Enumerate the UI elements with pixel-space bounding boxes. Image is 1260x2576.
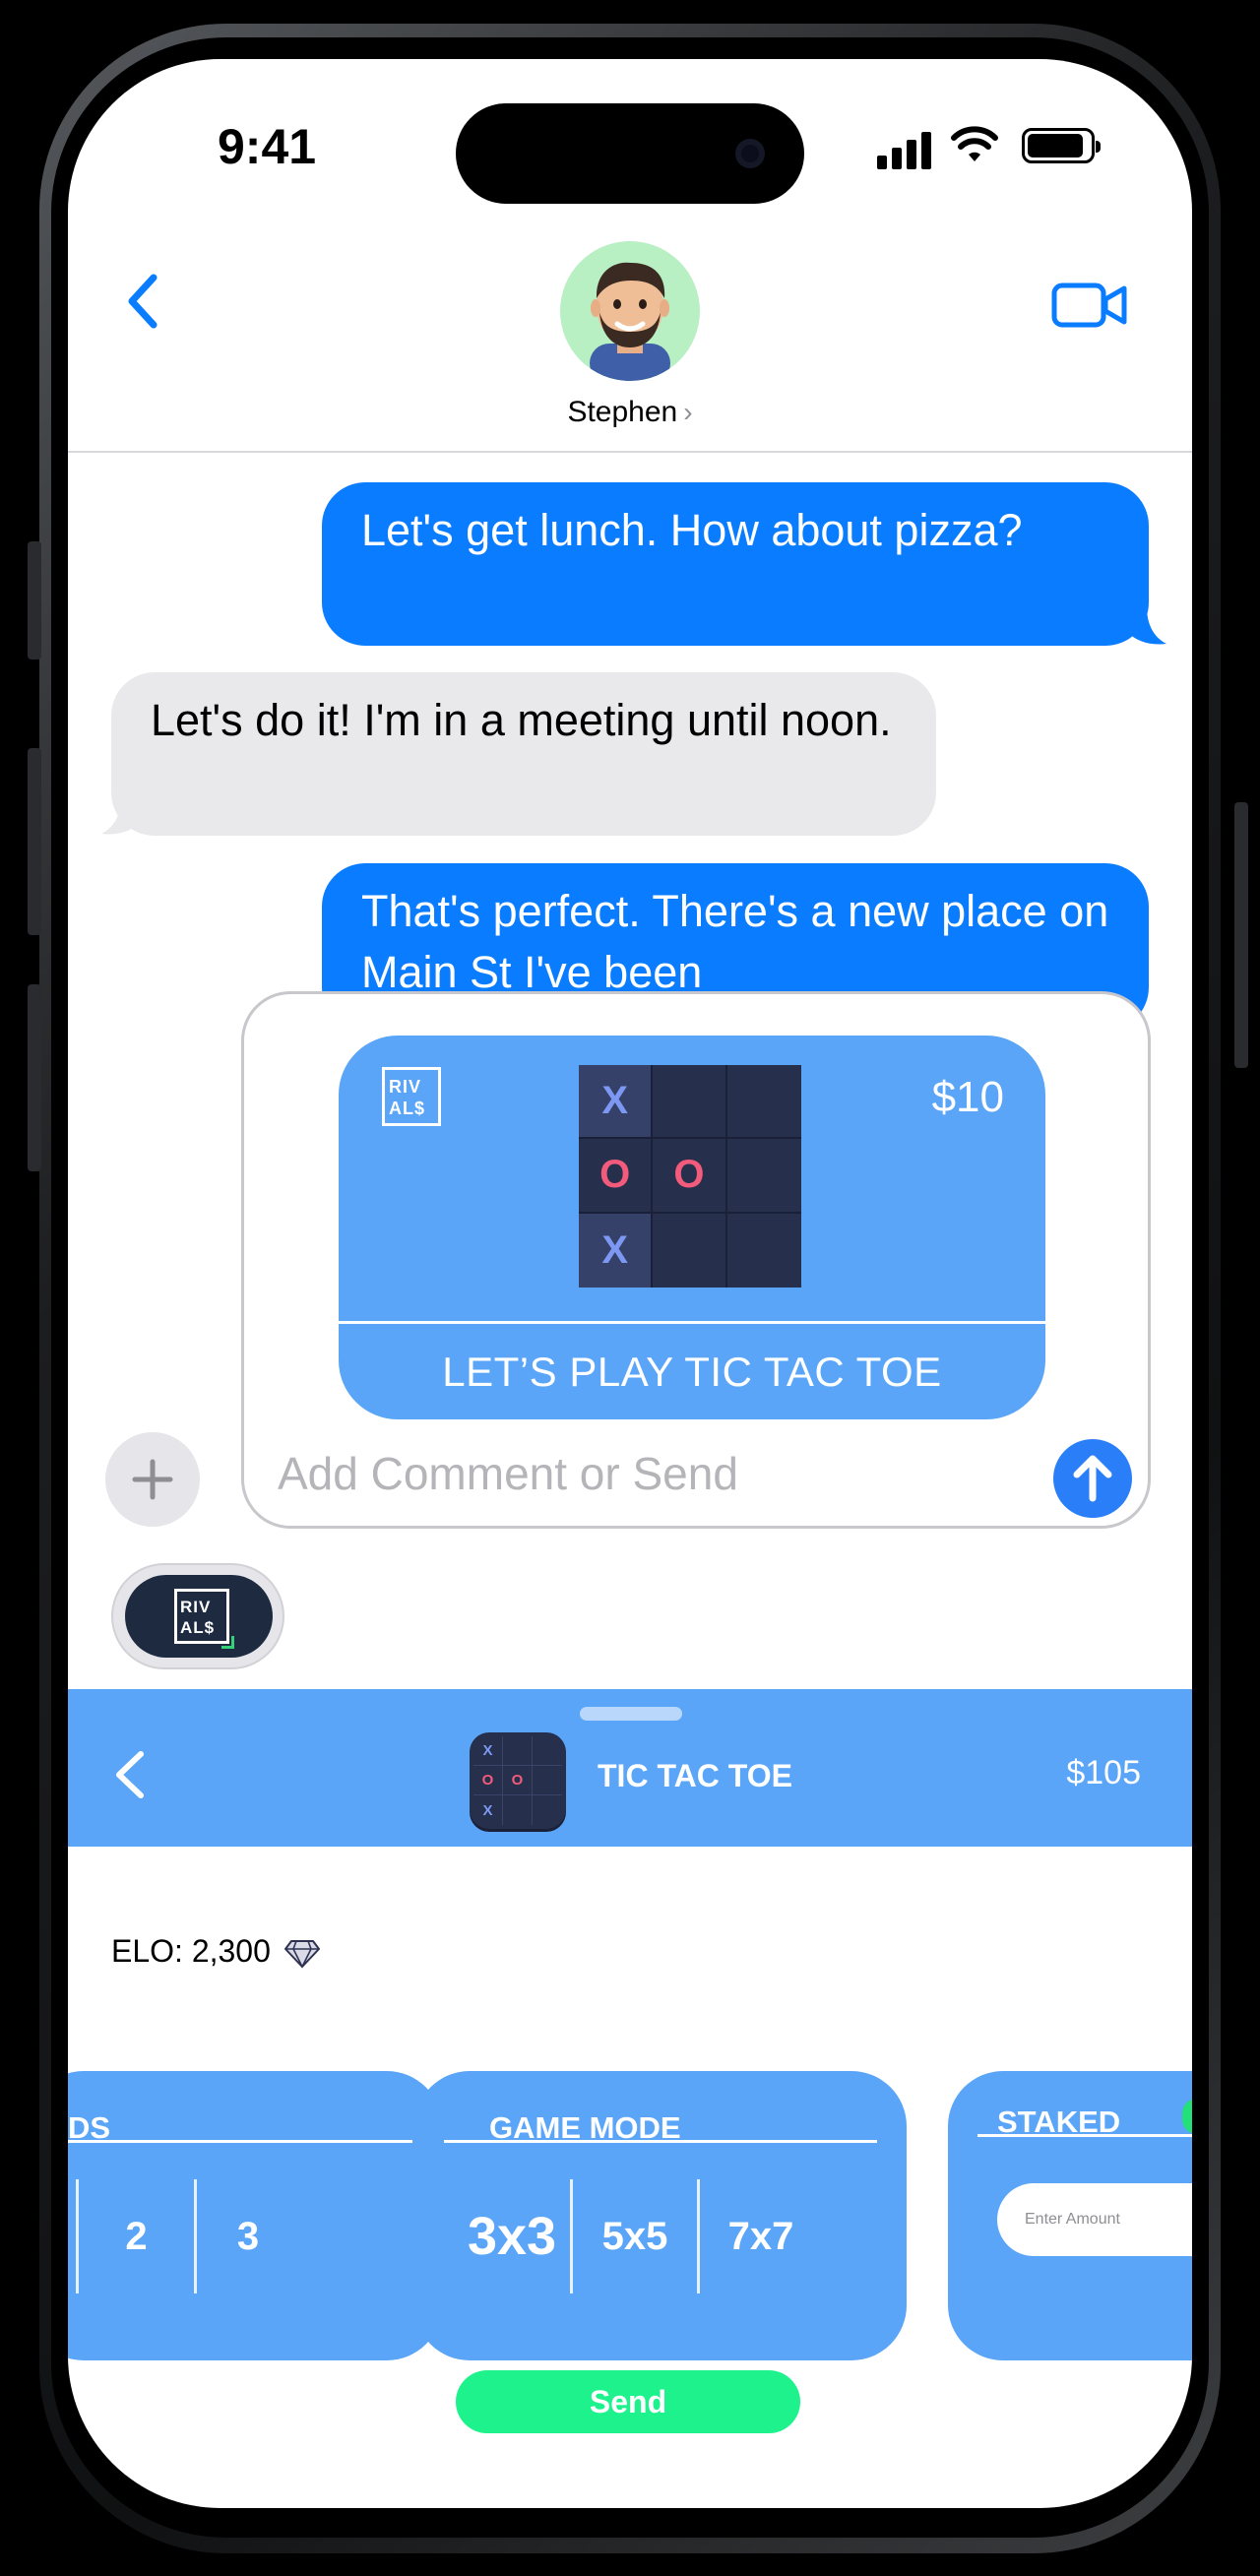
- memoji-avatar-icon: [590, 262, 670, 381]
- game-mode-option[interactable]: 7x7: [700, 2215, 822, 2259]
- cellular-signal-icon: [877, 130, 934, 169]
- icon-cell: O: [473, 1766, 503, 1795]
- icon-cell: [503, 1795, 533, 1825]
- game-mode-card[interactable]: GAME MODE 3x3 5x5 7x7: [414, 2071, 907, 2360]
- bubble-tail: [1127, 606, 1166, 645]
- rounds-option[interactable]: 2: [79, 2215, 194, 2259]
- send-arrow-icon[interactable]: [1053, 1439, 1132, 1518]
- game-invite-card[interactable]: RIV AL$ X O O X $10 LET’S PLAY TIC TAC T…: [339, 1036, 1045, 1419]
- message-bubble-sent[interactable]: Let's get lunch. How about pizza?: [322, 482, 1149, 646]
- compose-box[interactable]: RIV AL$ X O O X $10 LET’S PLAY TIC TAC T…: [241, 991, 1151, 1529]
- wifi-icon: [951, 126, 998, 161]
- icon-cell: [503, 1736, 533, 1766]
- stake-toggle[interactable]: [1182, 2099, 1192, 2134]
- sheet-grabber[interactable]: [580, 1707, 682, 1721]
- icon-cell: [533, 1736, 562, 1766]
- tic-tac-toe-app-icon: X O O X: [470, 1732, 566, 1829]
- game-mode-options: 3x3 5x5 7x7: [454, 2179, 822, 2293]
- staked-card[interactable]: STAKED Enter Amount: [948, 2071, 1192, 2360]
- icon-cell: X: [473, 1795, 503, 1825]
- header-divider: [68, 451, 1192, 453]
- board-cell: O: [653, 1139, 727, 1214]
- message-bubble-received[interactable]: Let's do it! I'm in a meeting until noon…: [111, 672, 936, 836]
- game-title: TIC TAC TOE: [598, 1758, 792, 1793]
- game-mode-option[interactable]: 5x5: [573, 2215, 697, 2259]
- wallet-balance: $105: [1066, 1754, 1141, 1791]
- board-cell: [653, 1065, 727, 1140]
- option-separator: [697, 2179, 700, 2293]
- back-chevron-icon[interactable]: [103, 1740, 155, 1809]
- diamond-icon: [284, 1939, 320, 1969]
- icon-cell: [533, 1766, 562, 1795]
- icon-cell: O: [503, 1766, 533, 1795]
- board-cell: X: [579, 1213, 654, 1288]
- stake-amount-input[interactable]: Enter Amount: [997, 2183, 1192, 2256]
- rounds-options: 2 3: [76, 2179, 299, 2293]
- bubble-tail: [101, 796, 141, 835]
- option-separator: [570, 2179, 573, 2293]
- battery-icon: [1022, 128, 1101, 163]
- silent-switch: [28, 541, 41, 660]
- rivals-logo: RIV AL$: [174, 1589, 234, 1649]
- rivals-app-icon: RIV AL$: [125, 1575, 273, 1658]
- back-chevron-icon[interactable]: [112, 256, 171, 345]
- icon-cell: [533, 1795, 562, 1825]
- dynamic-island: [456, 103, 804, 204]
- send-button[interactable]: Send: [456, 2370, 800, 2433]
- board-cell: O: [579, 1139, 654, 1214]
- play-cta[interactable]: LET’S PLAY TIC TAC TOE: [339, 1324, 1045, 1419]
- option-separator: [76, 2179, 79, 2293]
- volume-down-button: [28, 984, 41, 1171]
- screen: 9:41 Stephen › Let's get lunch. How abou…: [68, 59, 1192, 2508]
- tic-tac-toe-board: X O O X: [579, 1065, 801, 1288]
- elo-rating: ELO: 2,300: [111, 1933, 321, 1970]
- status-time: 9:41: [218, 119, 317, 174]
- comment-input[interactable]: Add Comment or Send: [278, 1447, 738, 1500]
- rounds-card[interactable]: DS 2 3: [68, 2071, 442, 2360]
- icon-cell: X: [473, 1736, 503, 1766]
- rivals-app-button[interactable]: RIV AL$: [111, 1563, 284, 1669]
- rivals-logo: RIV AL$: [382, 1067, 441, 1126]
- stake-price: $10: [931, 1073, 1004, 1121]
- board-cell: X: [579, 1065, 654, 1140]
- card-rule: [68, 2140, 412, 2143]
- option-separator: [194, 2179, 197, 2293]
- contact-name[interactable]: Stephen ›: [68, 396, 1192, 429]
- card-rule: [977, 2134, 1192, 2137]
- front-camera-icon: [735, 139, 765, 168]
- plus-icon[interactable]: [105, 1432, 200, 1527]
- volume-up-button: [28, 748, 41, 935]
- game-panel-header: X O O X TIC TAC TOE $105: [68, 1689, 1192, 1847]
- board-cell: [726, 1065, 801, 1140]
- board-cell: [653, 1213, 727, 1288]
- chevron-right-icon: ›: [683, 397, 693, 427]
- card-rule: [444, 2140, 877, 2143]
- game-mode-option-selected[interactable]: 3x3: [454, 2206, 570, 2267]
- elo-label: ELO: 2,300: [111, 1933, 271, 1969]
- board-cell: [727, 1214, 801, 1288]
- contact-avatar[interactable]: [560, 241, 700, 381]
- facetime-video-icon[interactable]: [1050, 276, 1129, 335]
- board-cell: [726, 1139, 801, 1214]
- power-button: [1234, 802, 1248, 1068]
- rounds-option[interactable]: 3: [197, 2215, 299, 2259]
